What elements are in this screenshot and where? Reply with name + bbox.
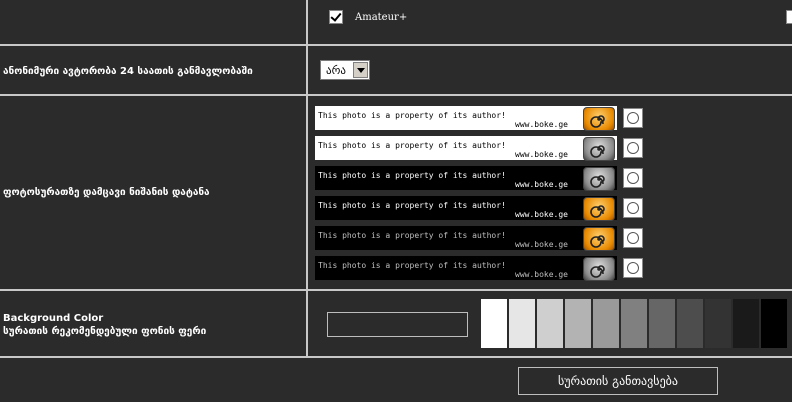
watermark-url: www.boke.ge (515, 150, 568, 159)
spiral-logo-icon (583, 167, 615, 191)
watermark-text: This photo is a property of its author! (318, 231, 506, 240)
submit-button[interactable]: სურათის განთავსება (518, 367, 718, 395)
color-swatch[interactable] (565, 299, 591, 348)
color-swatch[interactable] (733, 299, 759, 348)
watermark-label: ფოტოსურათზე დამცავი ნიშანის დატანა (3, 187, 210, 198)
spiral-logo-icon (583, 257, 615, 281)
color-swatch[interactable] (621, 299, 647, 348)
spiral-logo-icon (583, 197, 615, 221)
watermark-option[interactable]: This photo is a property of its author! w… (315, 226, 617, 251)
watermark-text: This photo is a property of its author! (318, 261, 506, 270)
background-label-ka: სურათის რეკომენდებული ფონის ფერი (3, 326, 207, 337)
watermark-text: This photo is a property of its author! (318, 201, 506, 210)
watermark-option[interactable]: This photo is a property of its author! w… (315, 256, 617, 281)
watermark-option[interactable]: This photo is a property of its author! w… (315, 166, 617, 191)
anonymous-select-value: არა (326, 64, 346, 77)
amateur-checkbox[interactable] (329, 10, 343, 24)
watermark-option[interactable]: This photo is a property of its author! w… (315, 196, 617, 221)
color-swatch[interactable] (649, 299, 675, 348)
color-swatch[interactable] (537, 299, 563, 348)
column-divider (306, 0, 308, 358)
watermark-text: This photo is a property of its author! (318, 171, 506, 180)
watermark-url: www.boke.ge (515, 270, 568, 279)
spiral-logo-icon (583, 107, 615, 131)
watermark-radio[interactable] (623, 108, 643, 128)
watermark-option[interactable]: This photo is a property of its author! w… (315, 106, 617, 131)
watermark-url: www.boke.ge (515, 120, 568, 129)
color-swatch[interactable] (761, 299, 787, 348)
row-amateur (0, 0, 792, 46)
watermark-url: www.boke.ge (515, 180, 568, 189)
background-label-en: Background Color (3, 313, 104, 324)
watermark-radio[interactable] (623, 138, 643, 158)
color-swatch[interactable] (481, 299, 507, 348)
watermark-radio[interactable] (623, 228, 643, 248)
background-color-input[interactable] (327, 312, 468, 337)
color-swatch[interactable] (705, 299, 731, 348)
watermark-radio[interactable] (623, 168, 643, 188)
watermark-text: This photo is a property of its author! (318, 111, 506, 120)
color-swatch[interactable] (677, 299, 703, 348)
amateur-checkbox-label: Amateur+ (355, 12, 408, 23)
anonymous-label: ანონიმური ავტორობა 24 საათის განმავლობაშ… (3, 66, 253, 77)
watermark-text: This photo is a property of its author! (318, 141, 506, 150)
extra-checkbox[interactable] (786, 10, 792, 24)
chevron-down-icon[interactable] (353, 62, 368, 78)
spiral-logo-icon (583, 227, 615, 251)
color-swatch[interactable] (593, 299, 619, 348)
watermark-radio[interactable] (623, 258, 643, 278)
watermark-url: www.boke.ge (515, 240, 568, 249)
anonymous-select[interactable]: არა (320, 60, 370, 80)
watermark-url: www.boke.ge (515, 210, 568, 219)
watermark-option[interactable]: This photo is a property of its author! w… (315, 136, 617, 161)
spiral-logo-icon (583, 137, 615, 161)
color-swatch[interactable] (509, 299, 535, 348)
watermark-radio[interactable] (623, 198, 643, 218)
